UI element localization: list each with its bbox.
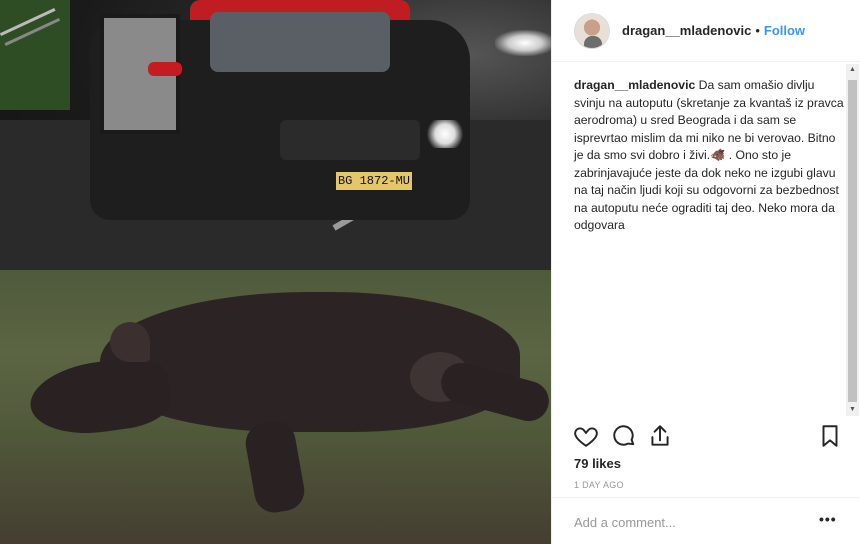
damaged-car: BG 1872-MU: [90, 0, 480, 240]
comment-input[interactable]: [574, 512, 804, 532]
crashed-car-photo: BG 1872-MU: [0, 0, 551, 270]
wild-boar: [25, 282, 551, 522]
header-separator: •: [755, 23, 760, 38]
like-count[interactable]: 79 likes: [574, 456, 621, 471]
action-bar: [573, 423, 843, 451]
caption-author[interactable]: dragan__mladenovic: [574, 78, 695, 92]
bookmark-icon[interactable]: [817, 423, 843, 449]
comment-icon[interactable]: [611, 423, 637, 449]
heart-icon[interactable]: [573, 423, 599, 449]
divider: [552, 497, 860, 498]
share-icon[interactable]: [647, 423, 673, 449]
oncoming-headlight: [495, 30, 551, 56]
scroll-down-icon[interactable]: ▼: [846, 404, 859, 416]
car-windshield: [210, 12, 390, 72]
post-timestamp: 1 DAY AGO: [574, 480, 624, 490]
follow-button[interactable]: Follow: [764, 23, 805, 38]
license-plate: BG 1872-MU: [336, 172, 412, 190]
car-grille: [280, 120, 420, 160]
boar-ear: [110, 322, 150, 362]
boar-front-leg: [242, 418, 308, 516]
caption-text: Da sam omašio divlju svinju na autoputu …: [574, 78, 844, 232]
scroll-thumb[interactable]: [848, 80, 857, 402]
more-options-icon[interactable]: •••: [819, 511, 837, 527]
header-username[interactable]: dragan__mladenovic: [622, 23, 751, 38]
car-headlight: [425, 120, 465, 148]
wild-boar-photo: [0, 270, 551, 544]
caption: dragan__mladenovic Da sam omašio divlju …: [574, 77, 844, 407]
post-side-panel: dragan__mladenovic • Follow dragan__mlad…: [551, 0, 860, 544]
avatar[interactable]: [574, 12, 610, 49]
post-media[interactable]: BG 1872-MU: [0, 0, 551, 544]
scroll-up-icon[interactable]: ▲: [846, 64, 859, 76]
post-header: dragan__mladenovic • Follow: [552, 0, 860, 62]
car-mirror: [148, 62, 182, 76]
boar-head: [25, 352, 175, 442]
comments-scrollbar[interactable]: ▲ ▼: [846, 64, 859, 416]
